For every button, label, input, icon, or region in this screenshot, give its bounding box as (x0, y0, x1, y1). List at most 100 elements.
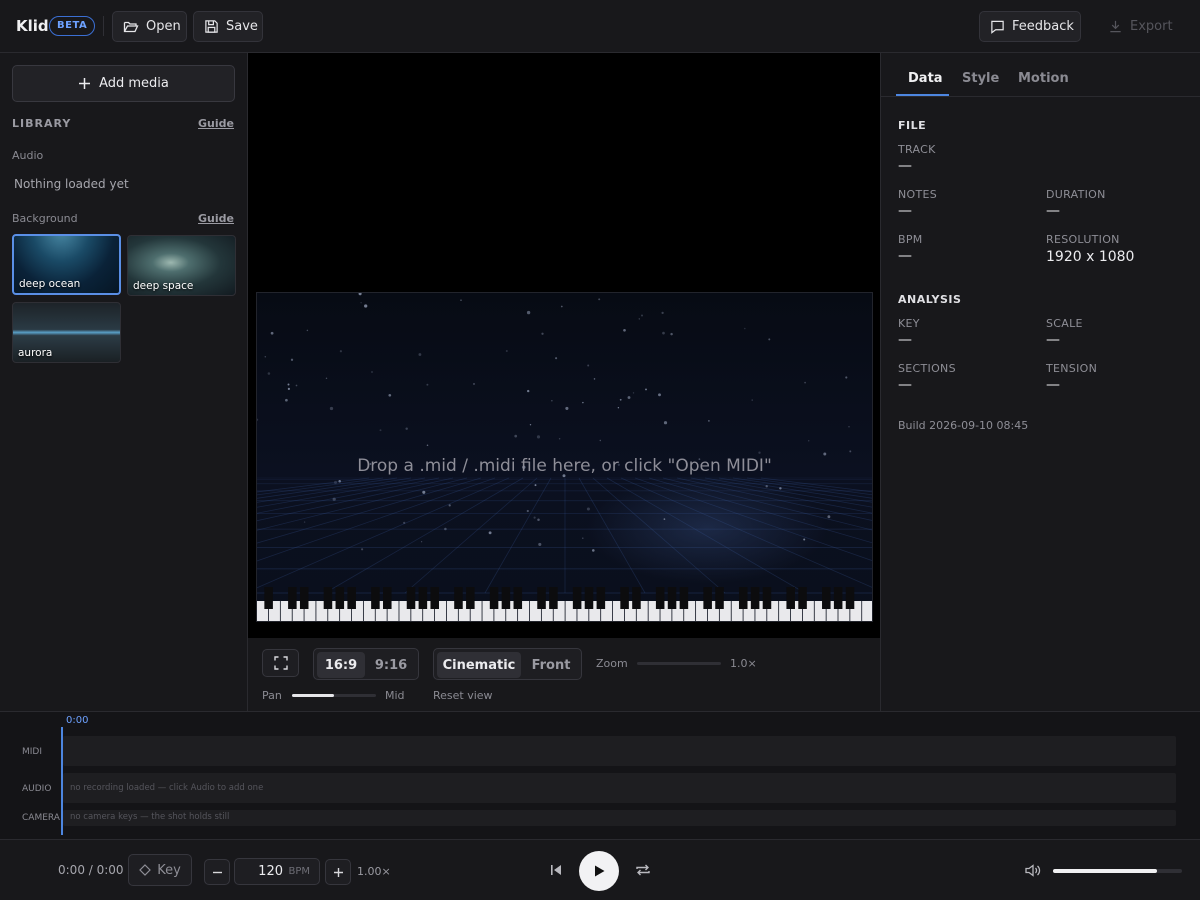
zoom-slider[interactable] (637, 662, 721, 665)
zoom-label: Zoom (596, 657, 628, 670)
loop-button[interactable] (634, 861, 652, 879)
key-button[interactable]: Key (128, 854, 192, 886)
reset-view-button[interactable]: Reset view (433, 689, 493, 702)
skip-back-button[interactable] (547, 861, 565, 879)
pan-value: Mid (385, 689, 405, 702)
zoom-value: 1.0× (730, 657, 757, 670)
stage-controls: 16:9 9:16 Cinematic Front Zoom 1.0× Pan … (248, 638, 880, 711)
download-icon (1108, 19, 1123, 34)
duration-value: — (1046, 203, 1060, 219)
repeat-icon (634, 861, 652, 879)
aspect-ratio-toggle: 16:9 9:16 (313, 648, 419, 680)
pan-slider[interactable] (292, 694, 376, 697)
bpm-label: BPM (898, 233, 923, 246)
volume-icon (1024, 862, 1041, 879)
skip-back-icon (547, 861, 565, 879)
background-thumb-aurora[interactable]: aurora (12, 302, 121, 363)
play-icon (592, 864, 606, 878)
duration-label: DURATION (1046, 188, 1106, 201)
library-panel: Add media LIBRARY Guide Audio Nothing lo… (0, 53, 248, 711)
analysis-section-title: ANALYSIS (898, 293, 962, 306)
background-guide-link[interactable]: Guide (198, 212, 234, 225)
track-audio[interactable]: no recording loaded — click Audio to add… (63, 773, 1176, 803)
add-media-button[interactable]: Add media (12, 65, 235, 102)
build-info: Build 2026-09-10 08:45 (898, 419, 1029, 432)
library-guide-link[interactable]: Guide (198, 117, 234, 130)
aspect-16-9-option[interactable]: 16:9 (317, 652, 365, 678)
bpm-decrease-button[interactable] (204, 859, 230, 885)
volume-button[interactable] (1024, 862, 1041, 879)
folder-open-icon (123, 19, 139, 35)
volume-slider-fill (1053, 869, 1158, 873)
view-mode-toggle: Cinematic Front (433, 648, 582, 680)
save-icon (204, 19, 219, 34)
volume-slider[interactable] (1053, 869, 1182, 873)
save-button[interactable]: Save (193, 11, 263, 42)
notes-value: — (898, 203, 912, 219)
tension-value: — (1046, 377, 1060, 393)
sections-label: SECTIONS (898, 362, 956, 375)
view-front-option[interactable]: Front (523, 652, 579, 678)
fullscreen-icon (273, 656, 288, 670)
tab-style[interactable]: Style (962, 71, 999, 86)
drop-zone-message: Drop a .mid / .midi file here, or click … (357, 456, 772, 476)
background-thumb-deep-ocean[interactable]: deep ocean (12, 234, 121, 295)
bpm-increase-button[interactable] (325, 859, 351, 885)
track-audio-hint: no recording loaded — click Audio to add… (70, 783, 264, 793)
plus-icon (78, 77, 91, 90)
preview-canvas[interactable]: Drop a .mid / .midi file here, or click … (256, 292, 873, 622)
open-label: Open (146, 19, 181, 34)
playhead[interactable] (61, 727, 63, 835)
tabs-divider (881, 96, 1200, 97)
aspect-9-16-option[interactable]: 9:16 (367, 652, 415, 678)
beta-badge: BETA (49, 16, 96, 36)
playhead-time: 0:00 (66, 715, 89, 726)
track-label: TRACK (898, 143, 936, 156)
timeline: 0:00 MIDI AUDIO no recording loaded — cl… (0, 711, 1200, 839)
view-cinematic-option[interactable]: Cinematic (437, 652, 521, 678)
track-camera[interactable]: no camera keys — the shot holds still (63, 810, 1176, 826)
feedback-label: Feedback (1012, 19, 1074, 34)
export-button[interactable]: Export (1097, 11, 1183, 42)
time-display: 0:00 / 0:00 (58, 863, 124, 877)
message-square-icon (990, 19, 1005, 34)
scale-label: SCALE (1046, 317, 1083, 330)
tension-label: TENSION (1046, 362, 1098, 375)
export-label: Export (1130, 19, 1173, 34)
background-thumb-label: aurora (18, 347, 53, 359)
fullscreen-button[interactable] (262, 649, 299, 677)
preview-stage: Drop a .mid / .midi file here, or click … (248, 53, 880, 711)
plus-icon (333, 867, 344, 878)
track-camera-hint: no camera keys — the shot holds still (70, 812, 230, 822)
bpm-input[interactable]: 120 BPM (234, 858, 320, 885)
transport-bar: 0:00 / 0:00 Key 120 BPM 1.00× (0, 839, 1200, 900)
key-value: — (898, 332, 912, 348)
tab-motion[interactable]: Motion (1018, 71, 1069, 86)
app-name: Klid (16, 17, 49, 35)
pan-label: Pan (262, 689, 282, 702)
track-midi[interactable] (63, 736, 1176, 766)
top-bar: Klid BETA Open Save Feedback Export (0, 0, 1200, 53)
resolution-label: RESOLUTION (1046, 233, 1120, 246)
track-label-camera: CAMERA (22, 813, 60, 823)
background-thumb-label: deep ocean (19, 278, 81, 290)
inspector-panel: Data Style Motion FILE TRACK — NOTES — D… (880, 53, 1200, 711)
file-section-title: FILE (898, 119, 927, 132)
play-button[interactable] (579, 851, 619, 891)
background-thumb-deep-space[interactable]: deep space (127, 235, 236, 296)
background-section-title: Background (12, 212, 78, 225)
feedback-button[interactable]: Feedback (979, 11, 1081, 42)
pan-slider-fill (292, 694, 334, 697)
save-label: Save (226, 19, 258, 34)
toolbar-divider (103, 16, 104, 36)
audio-section-title: Audio (12, 149, 44, 162)
bpm-value: — (898, 248, 912, 264)
notes-label: NOTES (898, 188, 938, 201)
background-thumb-label: deep space (133, 280, 194, 292)
library-title: LIBRARY (12, 117, 72, 130)
active-tab-indicator (896, 94, 949, 96)
tab-data[interactable]: Data (908, 71, 943, 86)
open-button[interactable]: Open (112, 11, 187, 42)
minus-icon (212, 867, 223, 878)
track-value: — (898, 158, 912, 174)
